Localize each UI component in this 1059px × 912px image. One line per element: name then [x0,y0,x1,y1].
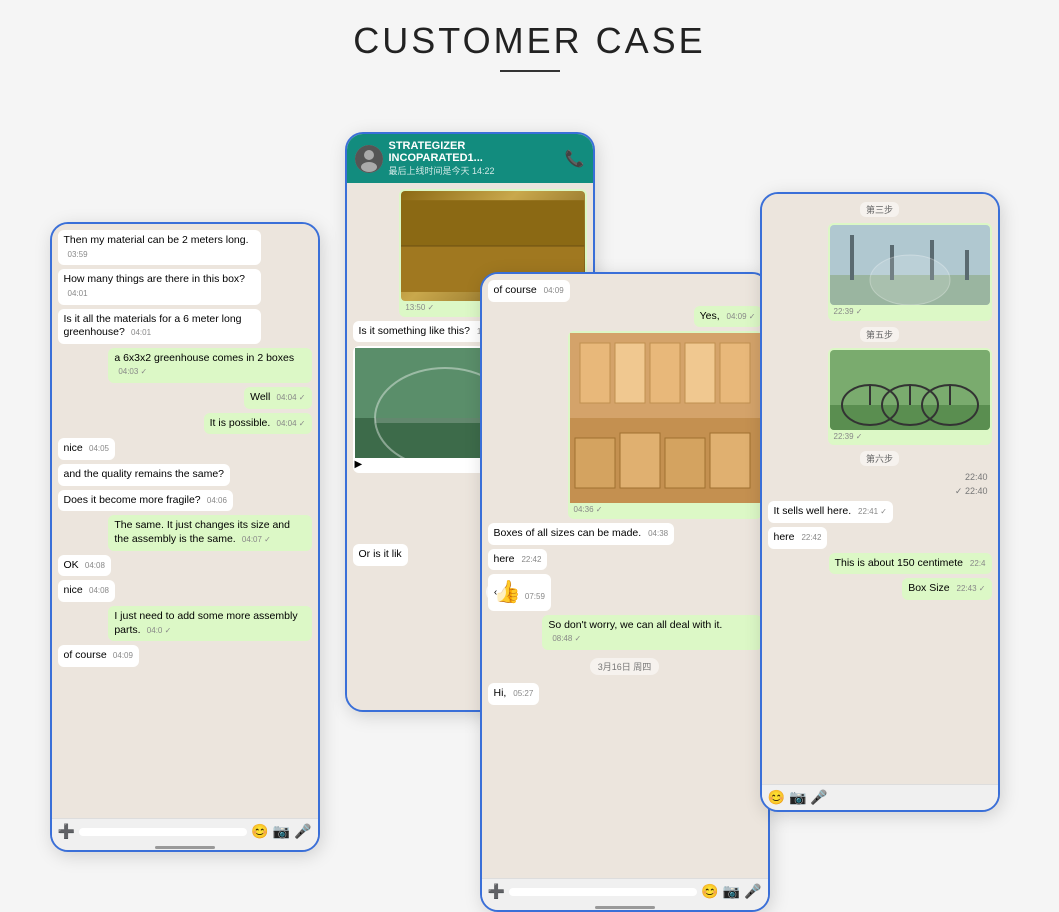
time-22-40: 22:40 [768,472,992,482]
right-sells-well: It sells well here. 22:41 ✓ [768,501,992,523]
camera-icon-2[interactable]: 📷 [723,883,740,900]
right-box-size: Box Size 22:43 ✓ [768,578,992,600]
phone-right: 第三步 [760,192,1000,812]
time-22-40-2: ✓ 22:40 [768,486,992,497]
camera-icon-3[interactable]: 📷 [789,789,806,806]
phones-container: Then my material can be 2 meters long. 0… [40,112,1020,832]
phone-icon[interactable]: 📞 [565,149,585,169]
field-towers-image [830,225,990,305]
left-chat-input-bar[interactable]: ➕ 😊 📷 🎤 [52,818,318,844]
title-underline [500,70,560,72]
time-1350: 13:50 ✓ [405,303,434,312]
left-chat-messages: Then my material can be 2 meters long. 0… [52,224,318,818]
left-msg-6: nice 04:05 [58,438,312,460]
center-front-messages: of course 04:09 Yes, 04:09 ✓ [482,274,768,878]
left-msg-7: and the quality remains the same? [58,464,312,486]
left-msg-5: It is possible. 04:04 ✓ [58,413,312,435]
left-msg-0: Then my material can be 2 meters long. 0… [58,230,312,265]
left-msg-12: I just need to add some more assembly pa… [58,606,312,641]
mic-icon[interactable]: 🎤 [294,823,311,840]
phone-left: Then my material can be 2 meters long. 0… [50,222,320,852]
page-title: CUSTOMER CASE [353,20,705,62]
left-msg-10: OK 04:08 [58,555,312,577]
scroll-arrow-left[interactable]: ‹ [486,582,506,602]
center-back-header: STRATEGIZER INCOPARATED1... 最后上线时间是今天 14… [347,134,593,183]
cf-msg-2: Yes, 04:09 ✓ [488,306,762,328]
right-img-1: 22:39 ✓ [768,223,992,321]
cf-emoji: 👍07:59 [488,574,762,611]
section-label-5: 第五步 [860,327,899,342]
cf-msg-hi: Hi, 05:27 [488,683,762,705]
left-msg-13: of course 04:09 [58,645,312,667]
emoji-icon-3[interactable]: 😊 [768,789,785,806]
emoji-icon-2[interactable]: 😊 [701,883,718,900]
cf-msg-1: of course 04:09 [488,280,762,302]
camera-icon[interactable]: 📷 [273,823,290,840]
center-back-sub: 最后上线时间是今天 14:22 [389,164,559,177]
cf-boxes-img: 04:36 ✓ [488,331,762,519]
section-label-6: 第六步 [860,451,899,466]
left-msg-4: Well 04:04 ✓ [58,387,312,409]
right-img-2: 22:39 ✓ [768,348,992,446]
left-msg-8: Does it become more fragile? 04:06 [58,490,312,512]
mic-icon-2[interactable]: 🎤 [744,883,761,900]
left-msg-2: Is it all the materials for a 6 meter lo… [58,309,312,344]
section-label-3: 第三步 [860,202,899,217]
right-here: here 22:42 [768,527,992,549]
add-icon[interactable]: ➕ [58,823,75,840]
boxes-image-bottom [570,418,760,503]
left-msg-9: The same. It just changes its size and t… [58,515,312,550]
right-chat-input-bar[interactable]: 😊 📷 🎤 [762,784,998,810]
right-150cm: This is about 150 centimete 22:4 [768,553,992,575]
center-back-name: STRATEGIZER INCOPARATED1... [389,140,559,164]
cf-msg-here: here 22:42 [488,549,762,571]
field-arches-image [830,350,990,430]
emoji-icon[interactable]: 😊 [251,823,268,840]
left-msg-1: How many things are there in this box? 0… [58,269,312,304]
left-chat-input[interactable] [79,828,247,836]
add-icon-2[interactable]: ➕ [488,883,505,900]
center-back-avatar [355,145,383,173]
cf-msg-dont-worry: So don't worry, we can all deal with it.… [488,615,762,650]
cf-chat-input[interactable] [509,888,697,896]
boxes-image-top [570,333,760,418]
phone-center-front: of course 04:09 Yes, 04:09 ✓ [480,272,770,912]
date-divider: 3月16日 周四 [590,658,660,675]
right-messages: 第三步 [762,194,998,784]
cf-msg-boxes-text: Boxes of all sizes can be made. 04:38 [488,523,762,545]
mic-icon-3[interactable]: 🎤 [810,789,827,806]
left-msg-3: a 6x3x2 greenhouse comes in 2 boxes 04:0… [58,348,312,383]
cf-chat-input-bar[interactable]: ➕ 😊 📷 🎤 [482,878,768,904]
left-msg-11: nice 04:08 [58,580,312,602]
